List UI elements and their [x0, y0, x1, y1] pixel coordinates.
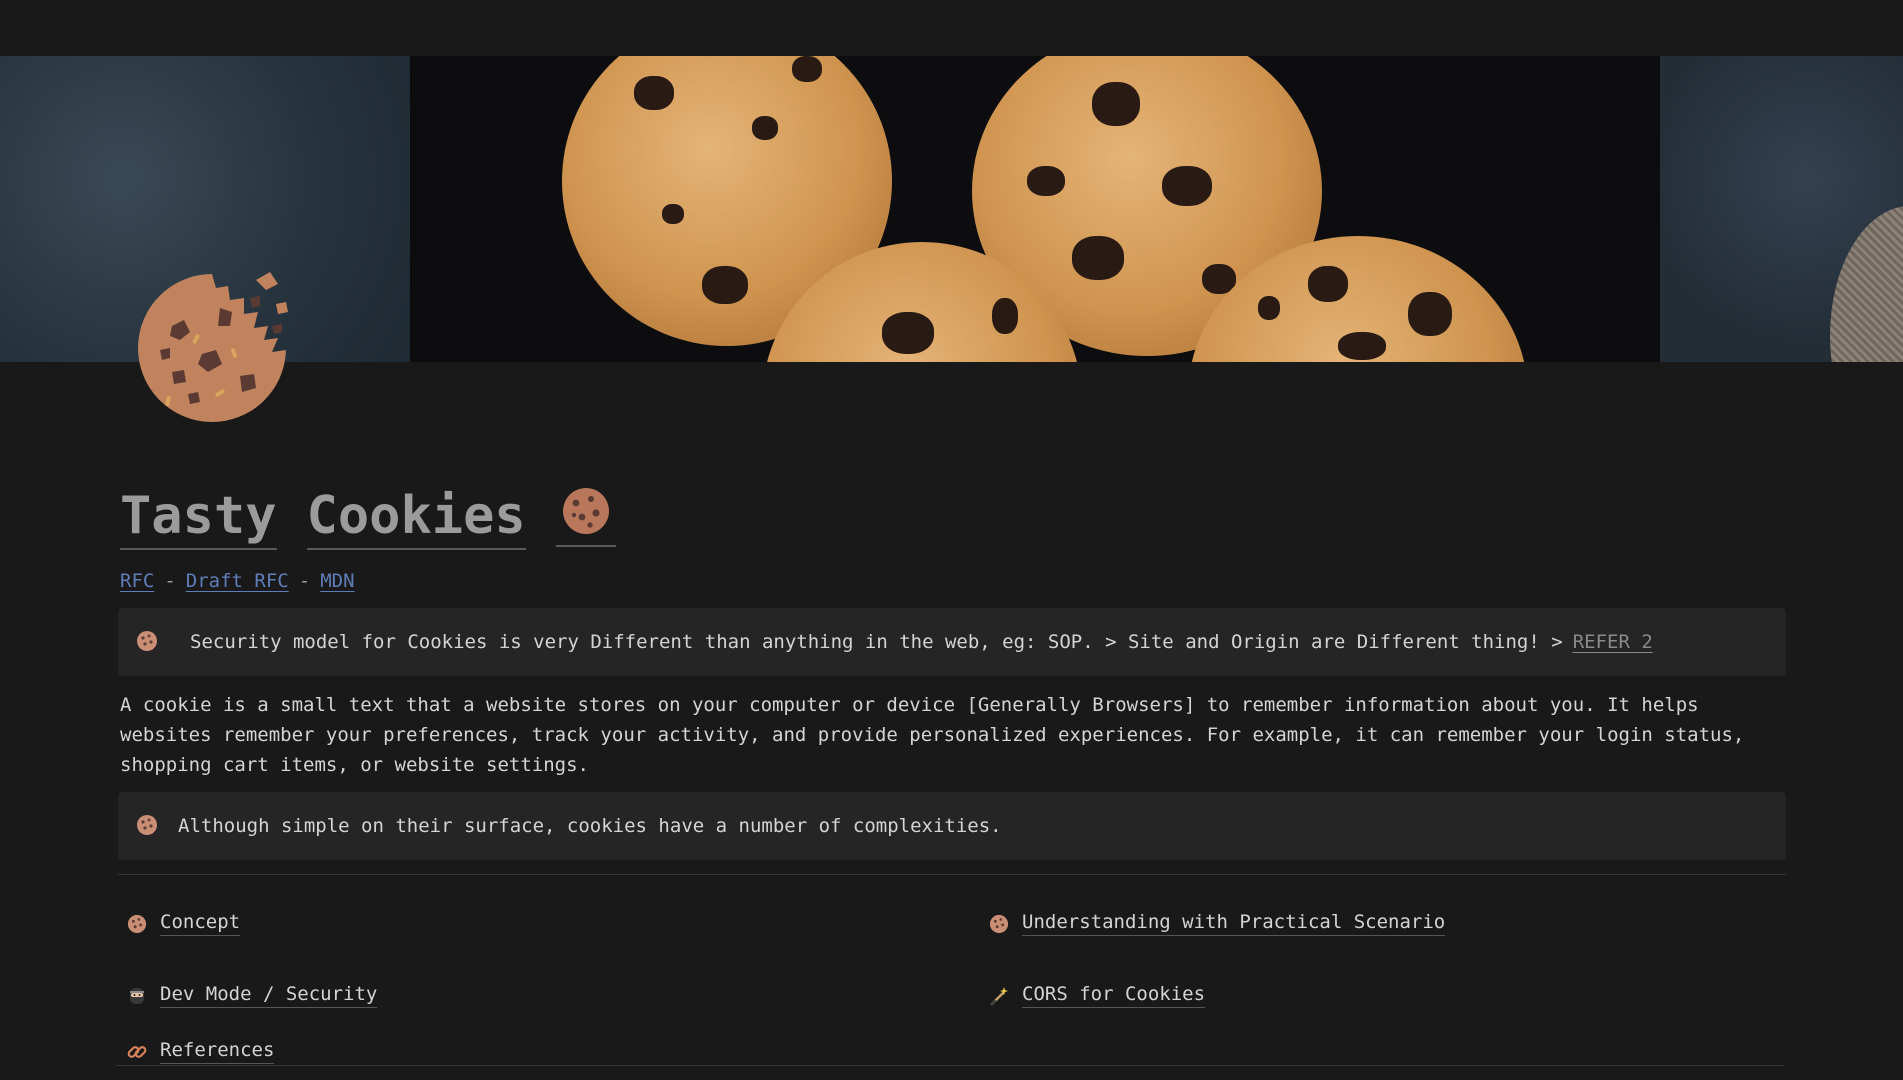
- security-callout: Security model for Cookies is very Diffe…: [118, 608, 1786, 676]
- link-separator: -: [164, 570, 176, 592]
- complexity-callout-text: Although simple on their surface, cookie…: [178, 815, 1002, 837]
- cookie-icon: [988, 913, 1010, 935]
- ninja-icon: [126, 985, 148, 1007]
- complexity-callout: Although simple on their surface, cookie…: [118, 792, 1786, 860]
- reference-links: RFC - Draft RFC - MDN: [120, 570, 1788, 596]
- cookie-icon: [555, 485, 616, 547]
- bitten-cookie-icon[interactable]: [132, 268, 292, 428]
- link-icon: [126, 1041, 148, 1063]
- refer-label: REFER: [1572, 631, 1630, 653]
- cors-page-link[interactable]: CORS for Cookies: [988, 983, 1206, 1008]
- title-word: Cookies: [306, 486, 526, 550]
- mdn-link[interactable]: MDN: [320, 570, 354, 592]
- references-label: References: [160, 1039, 275, 1064]
- refer-link[interactable]: REFER 2: [1573, 631, 1653, 653]
- cookie-icon: [136, 630, 160, 654]
- practical-scenario-label: Understanding with Practical Scenario: [1022, 911, 1446, 936]
- intro-paragraph: A cookie is a small text that a website …: [120, 694, 1745, 776]
- cover-tray: [410, 56, 1660, 362]
- rfc-link[interactable]: RFC: [120, 570, 154, 592]
- references-page-link[interactable]: References: [126, 1039, 275, 1064]
- title-word: Tasty: [120, 486, 277, 550]
- subpage-links: Concept Understanding with Practical Sce…: [116, 875, 1788, 1075]
- page-title[interactable]: Tasty Cookies: [120, 480, 1788, 552]
- security-callout-text: Security model for Cookies is very Diffe…: [190, 631, 1563, 653]
- refer-number: 2: [1641, 631, 1653, 653]
- practical-scenario-page-link[interactable]: Understanding with Practical Scenario: [988, 911, 1446, 936]
- concept-page-link[interactable]: Concept: [126, 911, 241, 936]
- cookie-icon: [136, 814, 160, 838]
- page-content: Tasty Cookies RFC - Draft RFC - MDN Security …: [116, 480, 1788, 1075]
- dev-mode-label: Dev Mode / Security: [160, 983, 378, 1008]
- link-separator: -: [298, 570, 311, 592]
- top-bar: [0, 0, 1903, 56]
- magic-wand-icon: [988, 985, 1010, 1007]
- cors-label: CORS for Cookies: [1022, 983, 1206, 1008]
- concept-label: Concept: [160, 911, 241, 936]
- cookie-icon: [126, 913, 148, 935]
- dev-mode-page-link[interactable]: Dev Mode / Security: [126, 983, 378, 1008]
- page-title-text: Tasty Cookies: [120, 486, 526, 550]
- draft-rfc-link[interactable]: Draft RFC: [186, 570, 289, 592]
- divider: [116, 1065, 1784, 1066]
